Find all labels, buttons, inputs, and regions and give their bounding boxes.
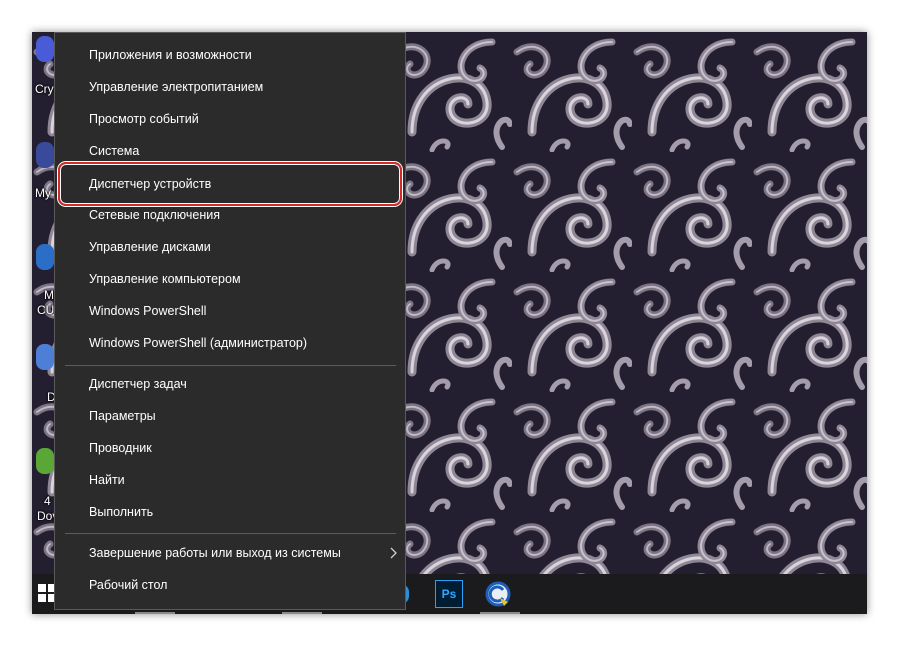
menu-item-label: Управление дисками	[89, 240, 211, 254]
menu-separator	[65, 365, 396, 366]
menu-item-label: Рабочий стол	[89, 578, 168, 592]
menu-item-label: Диспетчер задач	[89, 377, 187, 391]
desktop-icon-label: CU	[37, 303, 55, 317]
desktop-app-icon[interactable]	[36, 244, 54, 270]
menu-item-run[interactable]: Выполнить	[55, 497, 405, 527]
menu-item-shutdown-signout[interactable]: Завершение работы или выход из системы	[55, 538, 405, 568]
menu-separator	[65, 533, 396, 534]
ccleaner-icon[interactable]	[484, 580, 512, 608]
menu-item-label: Просмотр событий	[89, 112, 199, 126]
menu-item-computer-management[interactable]: Управление компьютером	[55, 264, 405, 294]
menu-item-search[interactable]: Найти	[55, 465, 405, 495]
taskbar-running-indicator	[135, 612, 175, 614]
menu-item-desktop[interactable]: Рабочий стол	[55, 570, 405, 600]
chevron-right-icon	[390, 547, 397, 559]
menu-item-power-options[interactable]: Управление электропитанием	[55, 72, 405, 102]
menu-item-label: Параметры	[89, 409, 156, 423]
taskbar-running-indicator	[480, 612, 520, 614]
desktop-icon-label: 4	[44, 494, 51, 508]
screenshot-frame: Cry My M CU D 4 Dov Ps Приложения и возм…	[32, 32, 867, 614]
menu-item-label: Windows PowerShell (администратор)	[89, 336, 308, 350]
menu-item-disk-management[interactable]: Управление дисками	[55, 232, 405, 262]
desktop-app-icon[interactable]	[36, 36, 54, 62]
menu-item-label: Приложения и возможности	[89, 48, 252, 62]
menu-item-label: Windows PowerShell	[89, 304, 207, 318]
menu-item-label: Проводник	[89, 441, 152, 455]
menu-item-label: Управление электропитанием	[89, 80, 264, 94]
desktop-app-icon[interactable]	[36, 344, 54, 370]
taskbar-running-indicator	[282, 612, 322, 614]
menu-item-task-manager[interactable]: Диспетчер задач	[55, 369, 405, 399]
winx-context-menu: Приложения и возможности Управление элек…	[54, 32, 406, 610]
desktop-app-icon[interactable]	[36, 448, 54, 474]
desktop-icon-label: M	[44, 288, 54, 302]
menu-item-apps-features[interactable]: Приложения и возможности	[55, 40, 405, 70]
menu-item-event-viewer[interactable]: Просмотр событий	[55, 104, 405, 134]
menu-item-powershell-admin[interactable]: Windows PowerShell (администратор)	[55, 328, 405, 358]
desktop-icons-column: Cry My M CU D 4 Dov	[32, 32, 58, 574]
menu-item-label: Выполнить	[89, 505, 154, 519]
highlight-device-manager	[58, 162, 402, 206]
menu-item-label: Управление компьютером	[89, 272, 241, 286]
menu-item-label: Завершение работы или выход из системы	[89, 546, 341, 560]
desktop-icon-label: My	[35, 186, 51, 200]
desktop-app-icon[interactable]	[36, 142, 54, 168]
menu-item-settings[interactable]: Параметры	[55, 401, 405, 431]
desktop-icon-label: Cry	[35, 82, 54, 96]
menu-item-explorer[interactable]: Проводник	[55, 433, 405, 463]
menu-item-powershell[interactable]: Windows PowerShell	[55, 296, 405, 326]
menu-item-label: Найти	[89, 473, 125, 487]
photoshop-icon[interactable]: Ps	[435, 580, 463, 608]
